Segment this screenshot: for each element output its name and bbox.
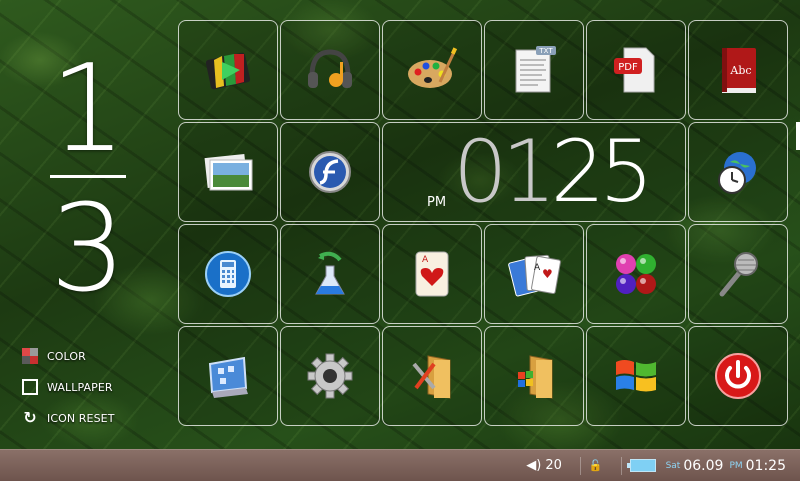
volume-level: 20 xyxy=(545,458,562,473)
status-ampm: PM xyxy=(729,460,743,471)
paint-palette-icon xyxy=(408,47,458,88)
icon-reset-label: ICON RESET xyxy=(47,411,115,425)
science-flask-icon xyxy=(315,251,345,295)
tools-folder-icon xyxy=(412,355,451,399)
wallpaper-icon xyxy=(22,379,38,395)
control-panel-icon xyxy=(208,356,248,398)
app-tile-paint[interactable] xyxy=(382,20,482,120)
app-tile-pdf[interactable]: PDF xyxy=(586,20,686,120)
app-tile-science[interactable] xyxy=(280,224,380,324)
status-time: 01:25 xyxy=(745,457,786,474)
pdf-document-icon: PDF xyxy=(614,47,655,93)
svg-text:TXT: TXT xyxy=(538,47,553,55)
dictionary-book-icon: Abc xyxy=(722,48,756,93)
status-separator xyxy=(620,456,622,475)
app-tile-video-player[interactable] xyxy=(178,20,278,120)
world-clock-icon xyxy=(718,152,756,194)
color-icon xyxy=(22,348,38,364)
status-day: Sat xyxy=(665,460,681,471)
app-tile-tools[interactable] xyxy=(382,326,482,426)
app-tile-control-panel[interactable] xyxy=(178,326,278,426)
color-button[interactable]: COLOR xyxy=(22,348,115,364)
app-tile-power[interactable] xyxy=(688,326,788,426)
svg-text:A: A xyxy=(534,263,541,273)
clock-widget[interactable]: PM 0125 xyxy=(382,122,686,222)
solitaire-cards-icon: ♥ A xyxy=(508,254,561,297)
windows-logo-icon xyxy=(616,360,656,392)
clock-minutes: 25 xyxy=(550,122,653,222)
app-tile-dictionary[interactable]: Abc xyxy=(688,20,788,120)
scroll-edge-indicator[interactable] xyxy=(796,122,800,150)
ace-of-hearts-card-icon: A xyxy=(415,251,449,297)
svg-text:A: A xyxy=(422,255,429,265)
app-tile-settings[interactable] xyxy=(280,326,380,426)
text-document-icon: TXT xyxy=(515,46,556,93)
svg-text:♥: ♥ xyxy=(542,267,553,281)
color-balls-game-icon xyxy=(616,254,656,294)
app-tile-music[interactable] xyxy=(280,20,380,120)
app-tile-ace-card[interactable]: A xyxy=(382,224,482,324)
calculator-icon xyxy=(205,251,251,297)
clock-ampm: PM xyxy=(427,195,447,210)
clock-hours: 01 xyxy=(453,122,556,222)
status-separator xyxy=(579,456,581,475)
app-grid: TXT PDF Abc PM 0125 A ♥ A xyxy=(178,20,790,428)
current-page-number: 1 xyxy=(49,40,127,179)
total-pages-number: 3 xyxy=(49,180,127,319)
lock-icon[interactable]: 🔓 xyxy=(589,459,603,472)
app-tile-windows[interactable] xyxy=(586,326,686,426)
status-bar: ◀) 20 🔓 Sat 06.09 PM 01:25 xyxy=(0,449,800,481)
music-headphones-icon xyxy=(308,49,352,88)
app-tile-text[interactable]: TXT xyxy=(484,20,584,120)
left-menu: COLOR WALLPAPER ↻ ICON RESET xyxy=(22,348,115,441)
color-label: COLOR xyxy=(47,349,86,363)
windows-folder-icon xyxy=(518,355,553,399)
video-player-icon xyxy=(205,52,251,90)
wallpaper-button[interactable]: WALLPAPER xyxy=(22,379,115,395)
page-divider xyxy=(50,175,126,178)
power-button-icon xyxy=(715,353,761,399)
wallpaper-label: WALLPAPER xyxy=(47,380,113,394)
volume-control[interactable]: ◀) 20 xyxy=(526,458,562,473)
clock-time: 0125 xyxy=(453,129,654,215)
icon-reset-button[interactable]: ↻ ICON RESET xyxy=(22,410,115,426)
flash-player-icon xyxy=(309,151,351,193)
app-tile-world-clock[interactable] xyxy=(688,122,788,222)
speaker-icon: ◀) xyxy=(526,458,542,473)
app-tile-flash[interactable] xyxy=(280,122,380,222)
app-tile-recorder[interactable] xyxy=(688,224,788,324)
photo-viewer-icon xyxy=(204,153,253,191)
reset-icon: ↻ xyxy=(23,408,37,427)
svg-text:Abc: Abc xyxy=(729,64,751,77)
app-tile-windows-folder[interactable] xyxy=(484,326,584,426)
app-tile-ball-game[interactable] xyxy=(586,224,686,324)
status-date: 06.09 xyxy=(683,457,724,474)
app-tile-solitaire[interactable]: ♥ A xyxy=(484,224,584,324)
app-tile-calculator[interactable] xyxy=(178,224,278,324)
settings-gear-icon xyxy=(307,353,353,399)
microphone-icon xyxy=(719,252,758,297)
app-tile-photos[interactable] xyxy=(178,122,278,222)
svg-text:PDF: PDF xyxy=(618,62,638,73)
battery-icon xyxy=(626,459,656,472)
